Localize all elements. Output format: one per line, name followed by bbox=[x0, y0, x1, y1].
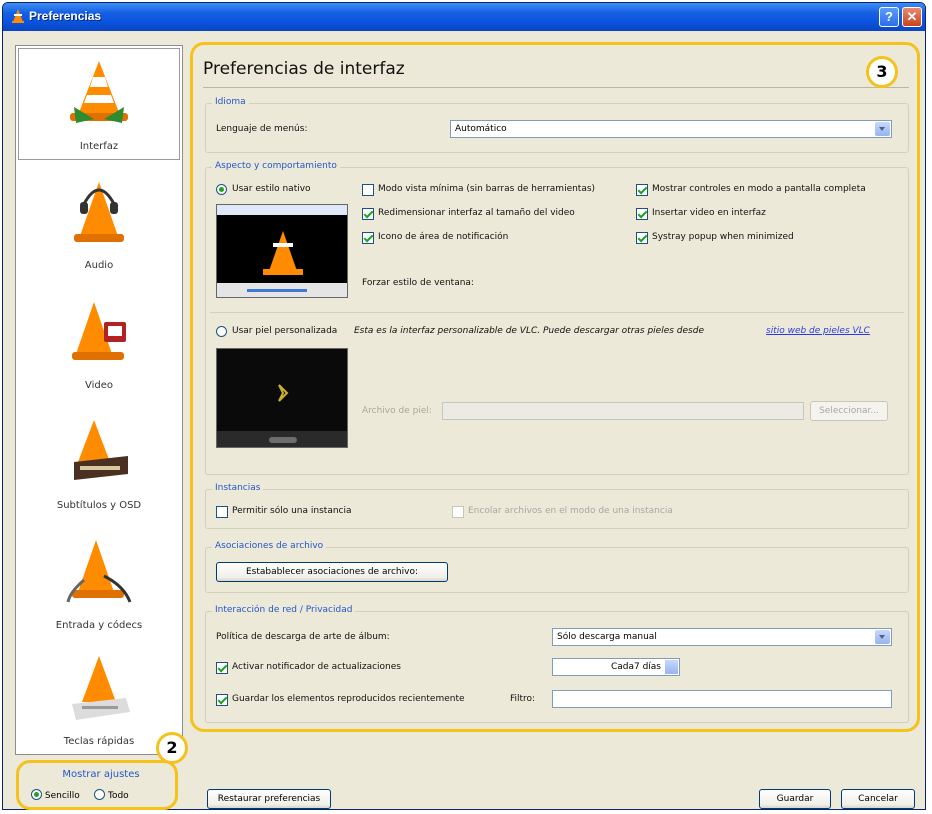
set-file-associations-button[interactable]: Estabablecer asociaciones de archivo: bbox=[216, 562, 448, 582]
album-art-select[interactable]: Sólo descarga manual bbox=[552, 628, 892, 646]
menu-language-value: Automático bbox=[455, 124, 507, 134]
save-recent-label: Guardar los elementos reproducidos recie… bbox=[232, 694, 465, 704]
sidebar-item-subtitles[interactable]: Subtítulos y OSD bbox=[18, 408, 180, 520]
one-instance-label: Permitir sólo una instancia bbox=[232, 506, 352, 516]
sidebar-item-label: Audio bbox=[84, 260, 114, 271]
update-interval-spinbox[interactable]: Cada7 días bbox=[552, 658, 680, 676]
category-sidebar: Interfaz Audio Video Subtítulos y OSD En… bbox=[15, 45, 183, 755]
album-art-value: Sólo descarga manual bbox=[557, 632, 657, 642]
save-button[interactable]: Guardar bbox=[759, 789, 831, 809]
show-settings-group: Mostrar ajustes Sencillo Todo bbox=[23, 765, 179, 809]
group-label: Interacción de red / Privacidad bbox=[212, 605, 356, 615]
sidebar-item-label: Subtítulos y OSD bbox=[56, 500, 142, 511]
vlc-cone-cables-icon bbox=[66, 540, 132, 603]
page-title: Preferencias de interfaz bbox=[203, 59, 405, 79]
save-recent-checkbox[interactable] bbox=[216, 694, 228, 706]
filter-label: Filtro: bbox=[510, 694, 536, 704]
custom-skin-radio[interactable] bbox=[216, 326, 227, 337]
native-style-radio[interactable] bbox=[216, 184, 227, 195]
filter-input[interactable] bbox=[552, 690, 892, 708]
systray-popup-checkbox[interactable] bbox=[636, 232, 648, 244]
custom-skin-preview bbox=[216, 348, 348, 448]
preferences-window: Preferencias ? ✕ Interfaz Audio Video Su… bbox=[2, 2, 926, 810]
fullscreen-controls-label: Mostrar controles en modo a pantalla com… bbox=[652, 184, 866, 194]
look-behaviour-group: Aspecto y comportamiento Usar estilo nat… bbox=[205, 161, 909, 475]
vlc-cone-keyboard-icon bbox=[72, 656, 130, 720]
sidebar-item-interface[interactable]: Interfaz bbox=[18, 48, 180, 160]
native-style-label: Usar estilo nativo bbox=[232, 184, 311, 194]
album-art-label: Política de descarga de arte de álbum: bbox=[216, 632, 390, 642]
close-button[interactable]: ✕ bbox=[902, 7, 922, 27]
systray-icon-checkbox[interactable] bbox=[362, 232, 374, 244]
spin-arrows-icon[interactable] bbox=[665, 660, 678, 674]
file-associations-group: Asociaciones de archivo Estabablecer aso… bbox=[205, 541, 909, 593]
resize-interface-checkbox[interactable] bbox=[362, 208, 374, 220]
interface-preferences-panel: Preferencias de interfaz Idioma Lenguaje… bbox=[195, 45, 919, 735]
network-privacy-group: Interacción de red / Privacidad Política… bbox=[205, 605, 909, 723]
reset-preferences-button[interactable]: Restaurar preferencias bbox=[207, 789, 331, 809]
minimal-view-label: Modo vista mínima (sin barras de herrami… bbox=[378, 184, 596, 194]
language-group: Idioma Lenguaje de menús: Automático bbox=[205, 97, 909, 153]
resize-interface-label: Redimensionar interfaz al tamaño del vid… bbox=[378, 208, 575, 218]
custom-skin-description: Esta es la interfaz personalizable de VL… bbox=[354, 326, 704, 336]
sidebar-item-label: Video bbox=[84, 380, 114, 391]
minimal-view-checkbox[interactable] bbox=[362, 184, 374, 196]
custom-skin-label: Usar piel personalizada bbox=[232, 326, 338, 336]
all-label: Todo bbox=[107, 791, 129, 801]
vlc-cone-film-icon bbox=[72, 302, 126, 360]
chevron-down-icon[interactable] bbox=[875, 122, 890, 136]
show-settings-legend: Mostrar ajustes bbox=[62, 769, 140, 780]
embed-video-label: Insertar video en interfaz bbox=[652, 208, 766, 218]
instances-group: Instancias Permitir sólo una instancia E… bbox=[205, 483, 909, 529]
group-label: Asociaciones de archivo bbox=[212, 541, 327, 551]
one-instance-checkbox[interactable] bbox=[216, 506, 228, 518]
simple-label: Sencillo bbox=[44, 791, 80, 801]
group-label: Aspecto y comportamiento bbox=[212, 161, 340, 171]
vlc-cone-subtitles-icon bbox=[74, 420, 128, 480]
sidebar-item-label: Interfaz bbox=[79, 141, 119, 152]
native-style-preview bbox=[216, 204, 348, 298]
divider bbox=[210, 312, 904, 313]
update-notifier-label: Activar notificador de actualizaciones bbox=[232, 662, 401, 672]
menu-language-select[interactable]: Automático bbox=[450, 120, 892, 138]
update-notifier-checkbox[interactable] bbox=[216, 662, 228, 674]
sidebar-item-video[interactable]: Video bbox=[18, 288, 180, 400]
group-label: Instancias bbox=[212, 483, 264, 493]
sidebar-item-label: Entrada y códecs bbox=[55, 620, 143, 631]
sidebar-item-input-codecs[interactable]: Entrada y códecs bbox=[18, 528, 180, 640]
select-skin-button[interactable]: Seleccionar... bbox=[810, 401, 888, 421]
group-label: Idioma bbox=[212, 97, 249, 107]
vlc-cone-interface-icon bbox=[70, 61, 128, 123]
callout-badge-3: 3 bbox=[866, 56, 898, 88]
sidebar-item-hotkeys[interactable]: Teclas rápidas bbox=[18, 644, 180, 756]
vlc-native-preview-image bbox=[217, 205, 347, 297]
cancel-button[interactable]: Cancelar bbox=[841, 789, 915, 809]
systray-icon-label: Icono de área de notificación bbox=[378, 232, 509, 242]
help-button[interactable]: ? bbox=[879, 7, 899, 27]
systray-popup-label: Systray popup when minimized bbox=[652, 232, 794, 242]
skins-website-link[interactable]: sitio web de pieles VLC bbox=[766, 326, 870, 336]
title-bar: Preferencias ? ✕ bbox=[3, 3, 925, 31]
title-divider bbox=[203, 87, 909, 88]
sidebar-item-audio[interactable]: Audio bbox=[18, 168, 180, 280]
force-style-label: Forzar estilo de ventana: bbox=[362, 278, 474, 288]
all-radio[interactable] bbox=[94, 789, 106, 800]
skin-file-input[interactable] bbox=[442, 402, 804, 420]
simple-radio[interactable] bbox=[31, 789, 42, 800]
callout-badge-2: 2 bbox=[156, 732, 188, 764]
vlc-cone-icon bbox=[12, 9, 24, 23]
enqueue-label: Encolar archivos en el modo de una insta… bbox=[468, 506, 673, 516]
chevron-down-icon[interactable] bbox=[875, 630, 890, 644]
menu-language-label: Lenguaje de menús: bbox=[216, 124, 308, 134]
vlc-skin-preview-image bbox=[217, 349, 347, 447]
window-title: Preferencias bbox=[29, 9, 102, 23]
fullscreen-controls-checkbox[interactable] bbox=[636, 184, 648, 196]
skin-file-label: Archivo de piel: bbox=[362, 406, 432, 416]
update-interval-value: Cada7 días bbox=[610, 662, 661, 672]
vlc-cone-headphones-icon bbox=[74, 182, 124, 242]
enqueue-checkbox[interactable] bbox=[452, 506, 464, 518]
embed-video-checkbox[interactable] bbox=[636, 208, 648, 220]
